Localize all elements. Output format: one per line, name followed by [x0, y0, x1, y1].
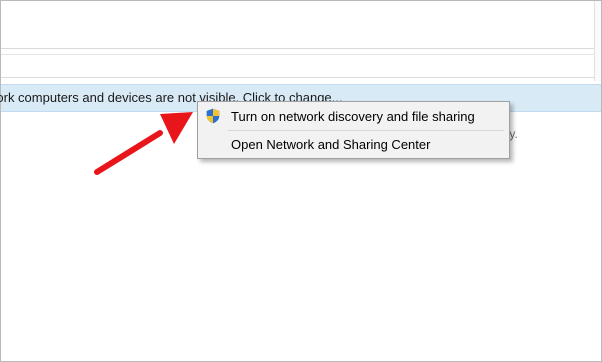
menu-item-label: Turn on network discovery and file shari… — [231, 109, 475, 124]
context-menu: Turn on network discovery and file shari… — [197, 101, 510, 159]
uac-shield-icon — [205, 108, 221, 124]
scrollbar-edge[interactable] — [594, 1, 601, 81]
menu-item-open-network-sharing-center[interactable]: Open Network and Sharing Center — [200, 132, 505, 156]
address-strip — [1, 54, 595, 78]
menu-item-label: Open Network and Sharing Center — [231, 137, 431, 152]
top-pane — [1, 1, 595, 49]
explorer-window: work computers and devices are not visib… — [0, 0, 602, 362]
menu-item-turn-on-network-discovery[interactable]: Turn on network discovery and file shari… — [200, 104, 505, 128]
menu-separator — [228, 130, 504, 131]
